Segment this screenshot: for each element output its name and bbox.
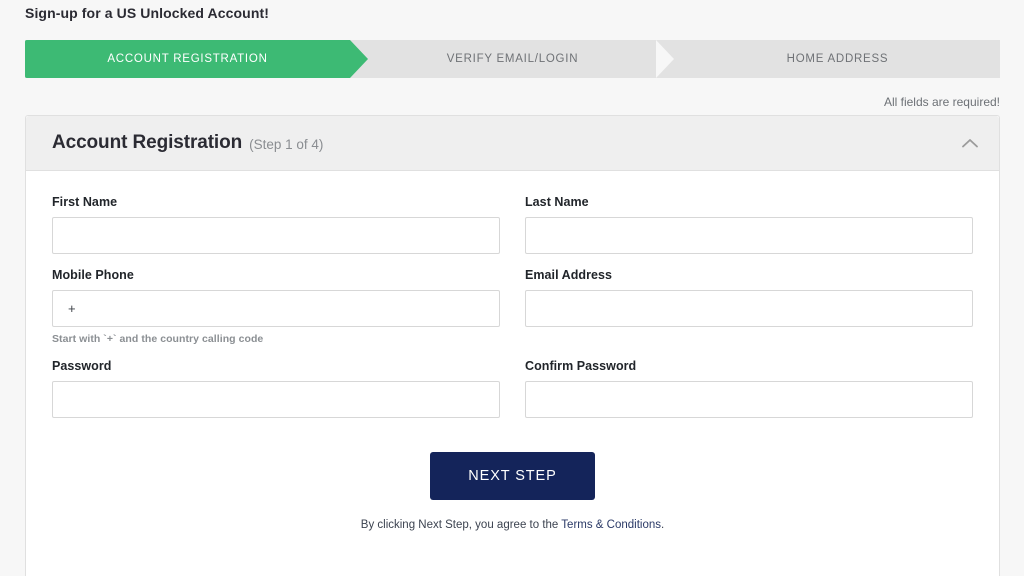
card-header: Account Registration (Step 1 of 4) <box>26 116 999 171</box>
account-registration-card: Account Registration (Step 1 of 4) First… <box>25 115 1000 576</box>
form-column-right: Confirm Password <box>525 359 973 432</box>
mobile-phone-label: Mobile Phone <box>52 268 134 282</box>
required-fields-note: All fields are required! <box>883 95 1000 109</box>
step-account-registration[interactable]: ACCOUNT REGISTRATION <box>25 40 368 78</box>
field-email-address: Email Address <box>525 268 973 327</box>
registration-form: First Name Last Name Mobile Phone + Star… <box>26 171 999 531</box>
form-column-left: First Name <box>52 195 500 268</box>
submit-area: NEXT STEP By clicking Next Step, you agr… <box>52 452 973 531</box>
terms-and-conditions-link[interactable]: Terms & Conditions <box>561 519 661 531</box>
step-label: ACCOUNT REGISTRATION <box>107 53 268 65</box>
form-column-right: Last Name <box>525 195 973 268</box>
form-column-right: Email Address <box>525 268 973 359</box>
card-title: Account Registration <box>52 132 243 153</box>
step-label: HOME ADDRESS <box>786 53 889 65</box>
next-step-button[interactable]: NEXT STEP <box>430 452 595 500</box>
confirm-password-label: Confirm Password <box>525 359 637 373</box>
card-step-counter: (Step 1 of 4) <box>249 136 324 152</box>
field-last-name: Last Name <box>525 195 973 254</box>
field-first-name: First Name <box>52 195 500 254</box>
step-verify-email-login[interactable]: VERIFY EMAIL/LOGIN <box>328 40 675 78</box>
terms-suffix-text: . <box>661 519 665 531</box>
password-label: Password <box>52 359 112 373</box>
form-column-left: Mobile Phone Start with `+` and the coun… <box>52 268 500 359</box>
first-name-input[interactable] <box>52 217 500 254</box>
email-address-input[interactable] <box>525 290 973 327</box>
progress-steps: ACCOUNT REGISTRATION VERIFY EMAIL/LOGIN … <box>25 40 1000 78</box>
terms-disclaimer: By clicking Next Step, you agree to the … <box>52 519 973 531</box>
field-confirm-password: Confirm Password <box>525 359 973 418</box>
last-name-label: Last Name <box>525 195 589 209</box>
signup-page: Sign-up for a US Unlocked Account! ACCOU… <box>0 0 1024 576</box>
mobile-phone-input[interactable] <box>52 290 500 327</box>
confirm-password-input[interactable] <box>525 381 973 418</box>
chevron-up-icon[interactable] <box>957 130 983 156</box>
mobile-phone-help-text: Start with `+` and the country calling c… <box>52 333 264 345</box>
last-name-input[interactable] <box>525 217 973 254</box>
first-name-label: First Name <box>52 195 118 209</box>
form-column-left: Password <box>52 359 500 432</box>
field-password: Password <box>52 359 500 418</box>
password-input[interactable] <box>52 381 500 418</box>
step-label: VERIFY EMAIL/LOGIN <box>446 53 579 65</box>
field-mobile-phone: Mobile Phone Start with `+` and the coun… <box>52 268 500 345</box>
form-row-contact: Mobile Phone Start with `+` and the coun… <box>52 268 973 359</box>
terms-prefix-text: By clicking Next Step, you agree to the <box>360 519 562 531</box>
form-row-names: First Name Last Name <box>52 195 973 268</box>
email-address-label: Email Address <box>525 268 613 282</box>
page-title: Sign-up for a US Unlocked Account! <box>25 5 269 21</box>
step-home-address[interactable]: HOME ADDRESS <box>653 40 1000 78</box>
form-row-passwords: Password Confirm Password <box>52 359 973 432</box>
